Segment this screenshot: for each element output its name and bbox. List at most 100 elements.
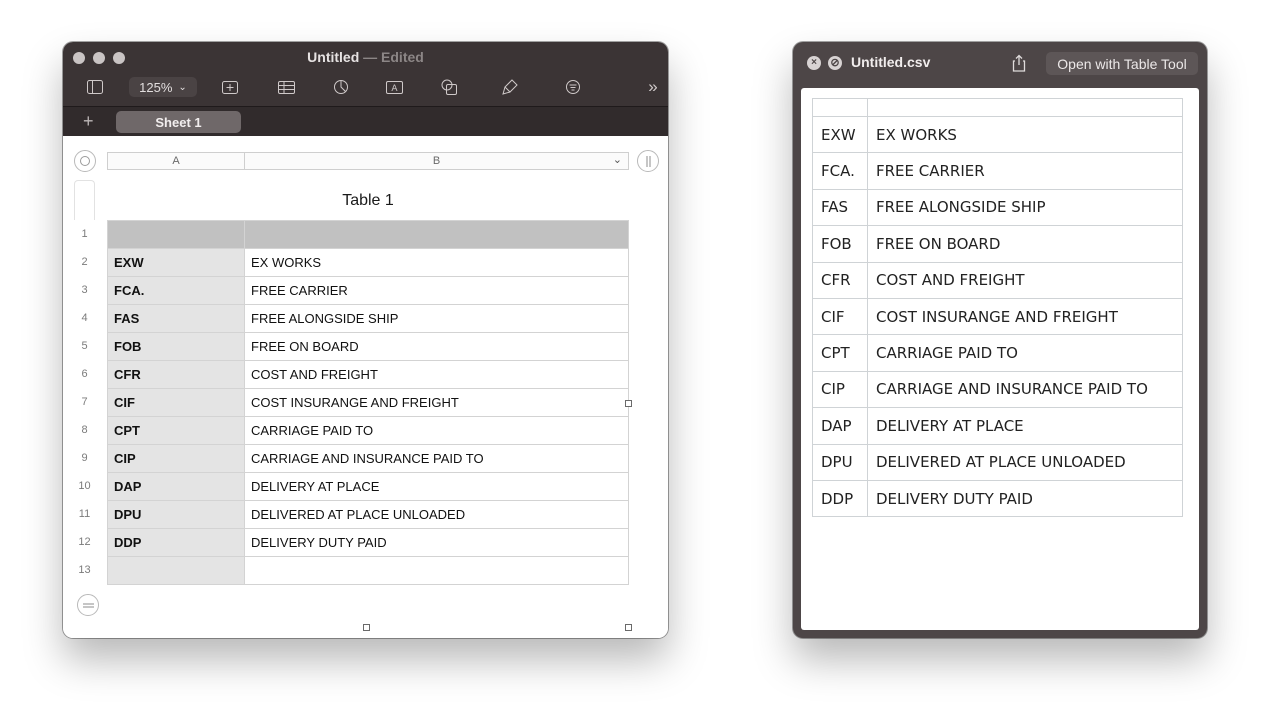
title-separator: — [359,49,382,65]
csv-cell-description: CARRIAGE PAID TO [867,334,1183,372]
row-number[interactable]: 1 [74,228,95,240]
cell-code[interactable]: DAP [107,472,245,501]
cell-code[interactable]: FOB [107,332,245,361]
format-brush-icon[interactable] [500,77,520,97]
cell-description[interactable]: CARRIAGE AND INSURANCE PAID TO [244,444,629,473]
cell-description[interactable] [244,220,629,249]
table-row: DPU DELIVERED AT PLACE UNLOADED [812,443,1183,481]
table-row [812,98,1183,117]
csv-cell-description: EX WORKS [867,115,1183,154]
quicklook-window: × ⊘ Untitled.csv Open with Table Tool EX… [793,42,1207,638]
row-number[interactable]: 10 [74,480,95,492]
cell-code[interactable]: CIF [107,388,245,417]
row-header-gutter [74,180,95,586]
table-row: DDP DELIVERY DUTY PAID [107,528,629,557]
cell-description[interactable]: FREE CARRIER [244,276,629,305]
chart-icon[interactable] [331,77,351,97]
row-number[interactable]: 9 [74,452,95,464]
row-number[interactable]: 5 [74,340,95,352]
numbers-table[interactable]: EXW EX WORKS FCA. FREE CARRIER FAS FREE ALONG… [107,220,629,585]
table-row: CFR COST AND FREIGHT [812,261,1183,299]
cell-description[interactable]: CARRIAGE PAID TO [244,416,629,445]
cell-description[interactable]: FREE ALONGSIDE SHIP [244,304,629,333]
row-number[interactable]: 13 [74,564,95,576]
cell-code[interactable]: FAS [107,304,245,333]
resize-handle-right[interactable] [625,400,632,407]
fullscreen-icon[interactable]: ⊘ [828,56,842,70]
select-table-circle-icon[interactable] [74,150,96,172]
table-row: CPT CARRIAGE PAID TO [812,334,1183,372]
row-number[interactable]: 6 [74,368,95,380]
table-row: CIP CARRIAGE AND INSURANCE PAID TO [107,444,629,473]
chevron-down-icon[interactable]: ⌄ [613,153,622,166]
open-with-table-tool-button[interactable]: Open with Table Tool [1046,52,1198,75]
cell-description[interactable]: COST INSURANGE AND FREIGHT [244,388,629,417]
row-number[interactable]: 2 [74,256,95,268]
cell-description[interactable]: EX WORKS [244,248,629,277]
row-number[interactable]: 8 [74,424,95,436]
csv-cell-description: DELIVERED AT PLACE UNLOADED [867,443,1183,481]
cell-description[interactable]: FREE ON BOARD [244,332,629,361]
cell-code[interactable] [107,556,245,585]
cell-description[interactable]: COST AND FREIGHT [244,360,629,389]
table-row: FOB FREE ON BOARD [107,332,629,361]
table-row: DAP DELIVERY AT PLACE [812,407,1183,445]
cell-description[interactable]: DELIVERY DUTY PAID [244,528,629,557]
csv-cell-code: CFR [812,261,868,299]
table-row: EXW EX WORKS [812,115,1183,154]
organize-icon[interactable] [563,77,583,97]
table-row: CIF COST INSURANGE AND FREIGHT [812,297,1183,336]
row-number[interactable]: 11 [74,508,95,520]
csv-cell-description: DELIVERY DUTY PAID [867,479,1183,518]
cell-code[interactable]: EXW [107,248,245,277]
cell-description[interactable]: DELIVERED AT PLACE UNLOADED [244,500,629,529]
csv-table: EXW EX WORKS FCA. FREE CARRIER FAS FREE ALONG… [812,98,1183,518]
csv-cell-description: FREE ON BOARD [867,225,1183,263]
close-icon[interactable]: × [807,56,821,70]
insert-icon[interactable] [220,77,240,97]
add-column-handle-icon[interactable] [637,150,659,172]
table-title[interactable]: Table 1 [107,192,629,210]
csv-preview: EXW EX WORKS FCA. FREE CARRIER FAS FREE ALONG… [801,88,1199,630]
table-row [107,556,629,585]
csv-cell-code: CPT [812,334,868,372]
cell-code[interactable]: CPT [107,416,245,445]
table-icon[interactable] [276,77,296,97]
tab-sheet-1[interactable]: Sheet 1 [116,111,241,133]
resize-handle-corner[interactable] [625,624,632,631]
zoom-value: 125% [139,79,173,95]
cell-description[interactable]: DELIVERY AT PLACE [244,472,629,501]
zoom-select[interactable]: 125% ⌄ [129,77,197,97]
row-number[interactable]: 3 [74,284,95,296]
cell-code[interactable]: CFR [107,360,245,389]
sidebar-toggle-icon[interactable] [85,77,105,97]
column-header-b[interactable]: B ⌄ [244,152,629,170]
cell-code[interactable]: DDP [107,528,245,557]
cell-code[interactable]: CIP [107,444,245,473]
table-row [107,220,629,249]
resize-handle-bottom[interactable] [363,624,370,631]
row-number[interactable]: 7 [74,396,95,408]
gutter-title-spacer [74,180,95,220]
csv-cell-description: COST INSURANGE AND FREIGHT [867,297,1183,336]
toolbar-overflow-icon[interactable]: » [643,77,663,97]
text-box-icon[interactable]: A [384,77,404,97]
csv-cell-code: DAP [812,407,868,445]
add-row-handle-icon[interactable] [77,594,99,616]
share-icon[interactable] [1011,54,1027,72]
cell-code[interactable]: FCA. [107,276,245,305]
table-row: EXW EX WORKS [107,248,629,277]
cell-description[interactable] [244,556,629,585]
shape-icon[interactable] [439,77,459,97]
cell-code[interactable] [107,220,245,249]
add-sheet-button[interactable]: + [83,111,94,132]
table-row: FCA. FREE CARRIER [107,276,629,305]
row-number[interactable]: 4 [74,312,95,324]
cell-code[interactable]: DPU [107,500,245,529]
csv-cell-code: DPU [812,443,868,481]
sheet-tab-bar: + Sheet 1 [63,106,668,136]
column-header-a[interactable]: A [107,152,245,170]
row-number[interactable]: 12 [74,536,95,548]
csv-cell-code: CIP [812,370,868,409]
table-row: DDP DELIVERY DUTY PAID [812,479,1183,518]
